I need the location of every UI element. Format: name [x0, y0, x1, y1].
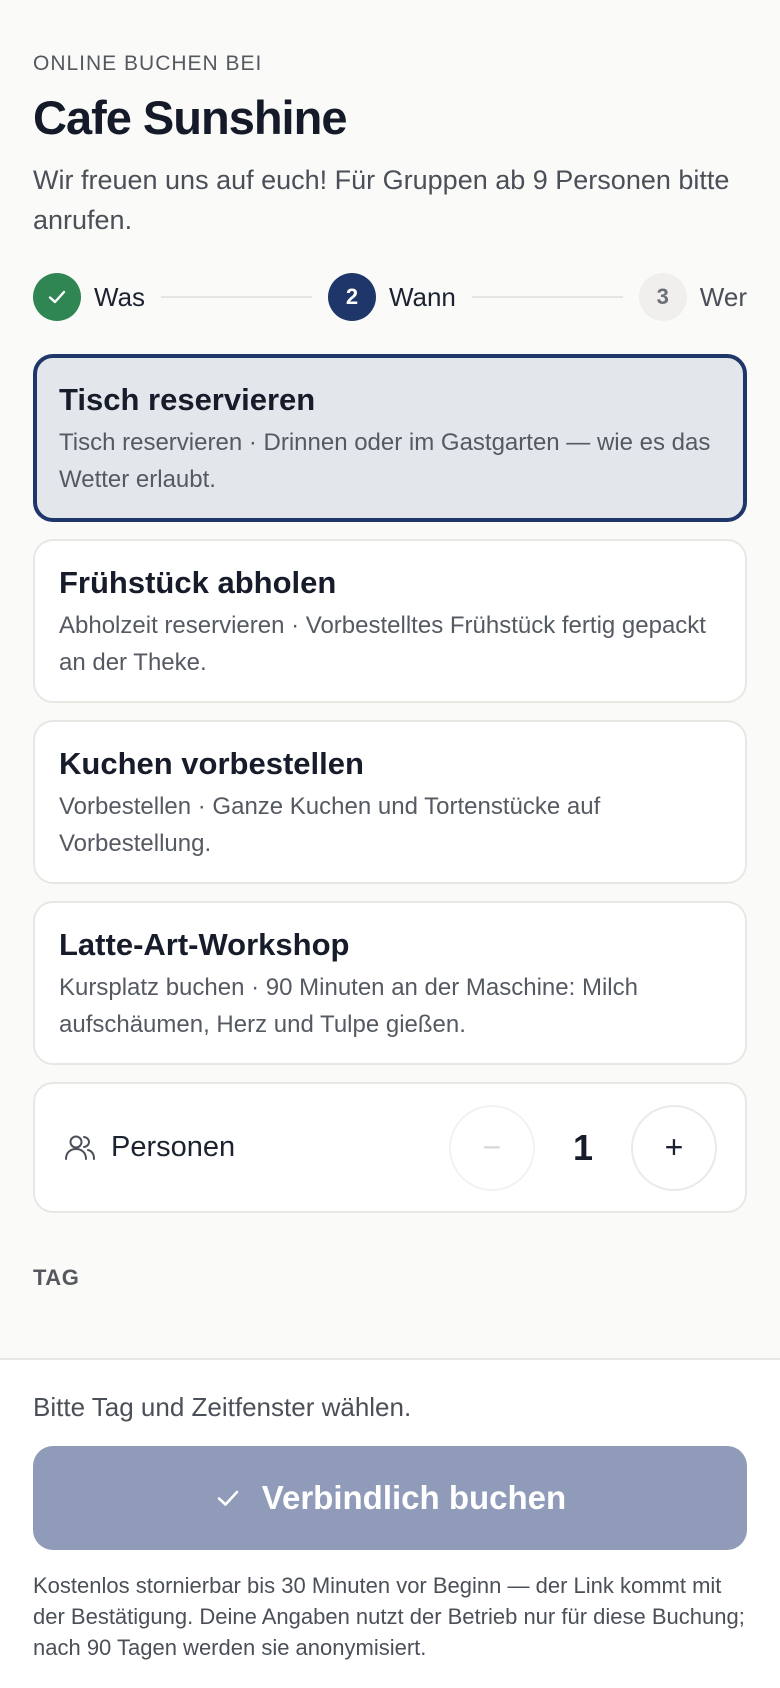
option-title: Kuchen vorbestellen: [59, 746, 364, 781]
option-description: Vorbestellen · Ganze Kuchen und Tortenst…: [59, 793, 601, 857]
day-section-label: TAG: [33, 1265, 80, 1290]
page-subtitle: Wir freuen uns auf euch! Für Gruppen ab …: [33, 165, 730, 235]
step-wann: 2 Wann: [327, 273, 456, 321]
book-button[interactable]: Verbindlich buchen: [33, 1446, 747, 1550]
option-title: Frühstück abholen: [59, 565, 337, 600]
step-label: Wer: [699, 281, 747, 312]
cancellation-info: Kostenlos stornierbar bis 30 Minuten vor…: [33, 1573, 745, 1660]
option-title: Tisch reservieren: [59, 382, 316, 417]
step-wer: 3 Wer: [638, 273, 747, 321]
book-button-label: Verbindlich buchen: [261, 1479, 567, 1516]
option-fruehstueck-abholen[interactable]: Frühstück abholen Abholzeit reservieren …: [33, 539, 747, 703]
step-indicator: Was 2 Wann 3 Wer: [33, 272, 747, 322]
option-tisch-reservieren[interactable]: Tisch reservieren Tisch reservieren · Dr…: [33, 354, 747, 522]
page-title: Cafe Sunshine: [33, 91, 347, 144]
booking-page: ONLINE BUCHEN BEI Cafe Sunshine Wir freu…: [0, 0, 780, 1688]
step-label: Was: [94, 281, 146, 312]
persons-count: 1: [572, 1126, 594, 1168]
service-options: Tisch reservieren Tisch reservieren · Dr…: [33, 354, 747, 1213]
decrement-button[interactable]: −: [449, 1104, 535, 1191]
option-description: Abholzeit reservieren · Vorbestelltes Fr…: [59, 612, 706, 676]
check-icon: [33, 273, 81, 321]
selection-hint: Bitte Tag und Zeitfenster wählen.: [33, 1392, 412, 1422]
option-latte-art-workshop[interactable]: Latte-Art-Workshop Kursplatz buchen · 90…: [33, 901, 747, 1065]
step-was[interactable]: Was: [33, 273, 145, 321]
persons-stepper: Personen − 1 +: [33, 1082, 747, 1213]
option-description: Kursplatz buchen · 90 Minuten an der Mas…: [59, 974, 638, 1038]
step-divider: [471, 296, 623, 298]
step-number: 3: [638, 273, 687, 321]
persons-label: Personen: [111, 1131, 236, 1163]
option-title: Latte-Art-Workshop: [59, 927, 350, 962]
step-number: 2: [327, 273, 376, 321]
increment-button[interactable]: +: [631, 1104, 717, 1191]
step-divider: [161, 296, 312, 298]
option-description: Tisch reservieren · Drinnen oder im Gast…: [59, 429, 711, 493]
option-kuchen-vorbestellen[interactable]: Kuchen vorbestellen Vorbestellen · Ganze…: [33, 720, 747, 884]
users-icon: [65, 1135, 95, 1160]
check-icon: [217, 1490, 239, 1506]
booking-footer: Bitte Tag und Zeitfenster wählen. Verbin…: [0, 1358, 780, 1688]
step-label: Wann: [388, 281, 456, 312]
eyebrow-label: ONLINE BUCHEN BEI: [33, 52, 263, 75]
main-content: ONLINE BUCHEN BEI Cafe Sunshine Wir freu…: [0, 0, 780, 1291]
